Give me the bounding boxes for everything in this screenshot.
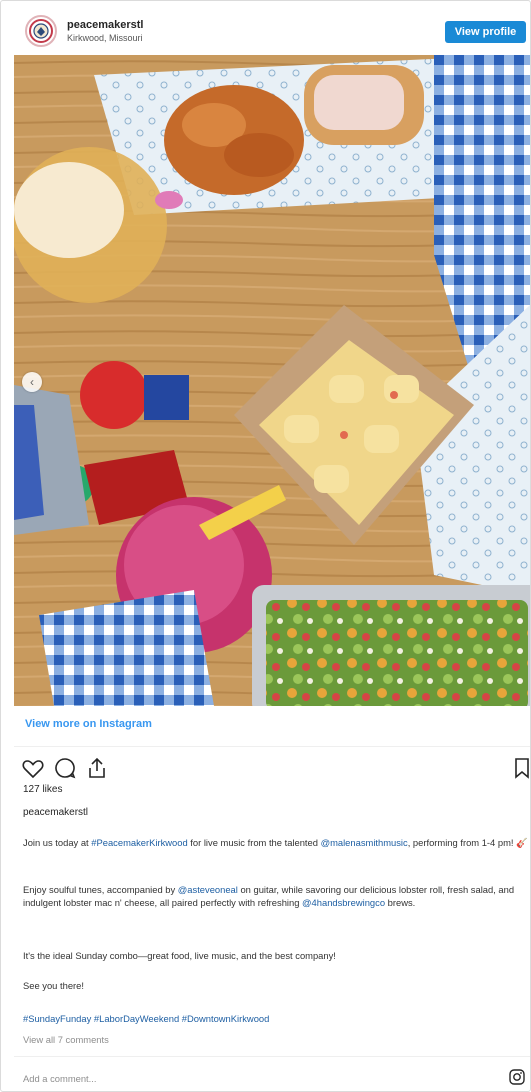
mention-link[interactable]: @malenasmithmusic — [321, 837, 408, 848]
profile-avatar[interactable] — [25, 15, 57, 47]
hashtag-line[interactable]: #SundayFunday #LaborDayWeekend #Downtown… — [23, 1013, 528, 1026]
caption-text: brews. — [385, 896, 416, 908]
bookmark-icon[interactable] — [510, 756, 530, 780]
view-more-link[interactable]: View more on Instagram — [25, 717, 152, 731]
caption-paragraph: See you there! — [23, 980, 84, 991]
caption-text: for live music from the talented — [187, 837, 321, 848]
divider — [14, 1056, 530, 1057]
post-header: peacemakerstl Kirkwood, Missouri View pr… — [1, 1, 530, 55]
mention-link[interactable]: @4handsbrewingco — [302, 897, 385, 908]
add-comment-input[interactable]: Add a comment... — [23, 1073, 96, 1085]
divider — [14, 746, 530, 747]
caption-paragraph: It's the ideal Sunday combo—great food, … — [23, 950, 336, 961]
caption-paragraph: Enjoy soulful tunes, accompanied by @ast… — [23, 884, 528, 909]
hashtag-link[interactable]: #PeacemakerKirkwood — [91, 837, 187, 848]
caption-username[interactable]: peacemakerstl — [23, 807, 88, 819]
likes-count[interactable]: 127 likes — [23, 784, 62, 796]
share-icon[interactable] — [85, 756, 109, 780]
caption-text: Enjoy soulful tunes, accompanied by — [23, 884, 178, 895]
carousel-prev-button[interactable]: ‹ — [22, 372, 42, 392]
caption-paragraph: Join us today at #PeacemakerKirkwood for… — [23, 837, 528, 850]
mention-link[interactable]: @asteveoneal — [178, 884, 238, 895]
instagram-embed-card: peacemakerstl Kirkwood, Missouri View pr… — [0, 0, 531, 1092]
action-bar — [21, 756, 529, 780]
comment-icon[interactable] — [53, 756, 77, 780]
account-username[interactable]: peacemakerstl — [67, 19, 143, 32]
account-location[interactable]: Kirkwood, Missouri — [67, 33, 143, 44]
view-all-comments-link[interactable]: View all 7 comments — [23, 1034, 109, 1046]
heart-icon[interactable] — [21, 756, 45, 780]
post-photo[interactable] — [14, 55, 530, 706]
caption-text: Join us today at — [23, 837, 92, 848]
caption-text: , performing from 1-4 pm! 🎸 — [407, 837, 528, 848]
instagram-icon[interactable] — [509, 1069, 525, 1085]
chevron-left-icon: ‹ — [30, 375, 34, 389]
view-profile-button[interactable]: View profile — [445, 21, 526, 43]
